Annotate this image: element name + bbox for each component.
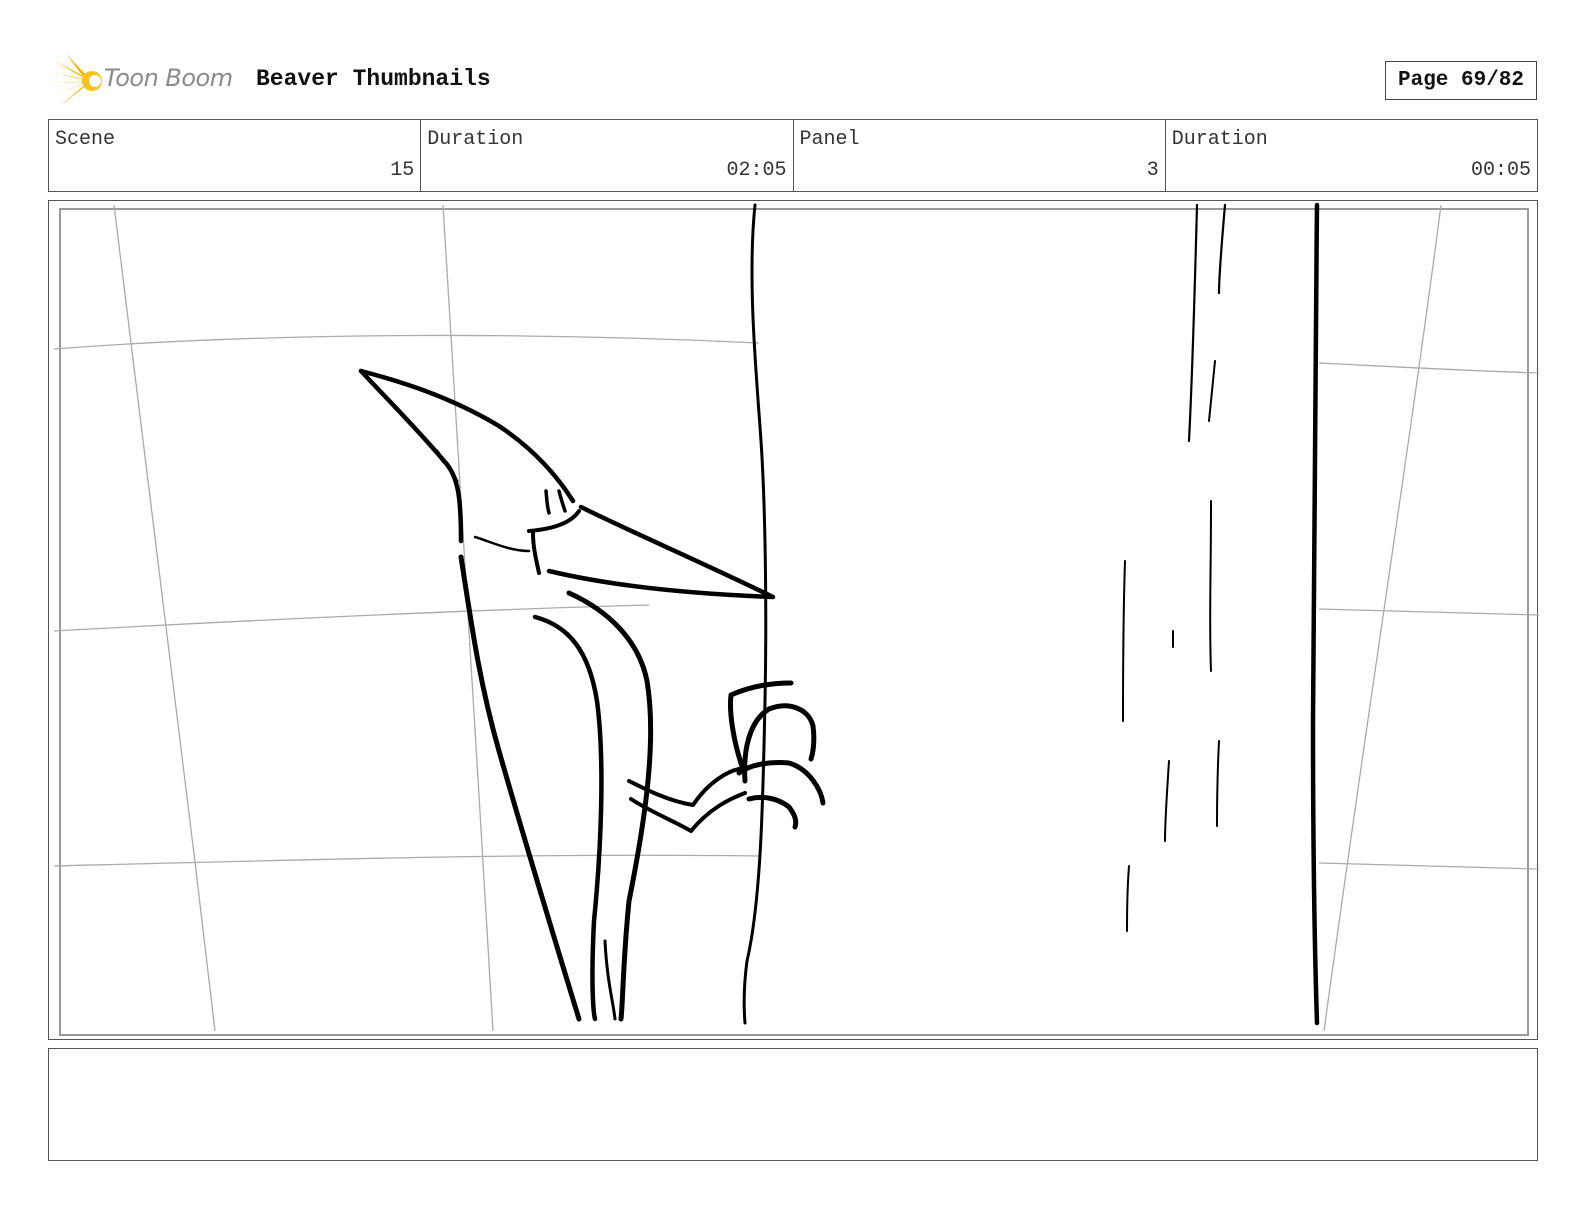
- scene-duration-value: 02:05: [726, 159, 787, 182]
- panel-label: Panel: [799, 128, 860, 151]
- panel-notes-box: [48, 1048, 1538, 1161]
- storyboard-panel: [48, 200, 1539, 1040]
- tree-trunks: [742, 202, 1320, 1026]
- panel-duration-value: 00:05: [1470, 159, 1531, 182]
- logo-wordmark: Toon Boom: [104, 64, 233, 92]
- panel-drawing: [53, 202, 1539, 1036]
- safe-frame: [59, 208, 1529, 1036]
- page-indicator: Page 69/82: [1385, 61, 1537, 100]
- panel-duration-label: Duration: [1171, 128, 1268, 151]
- starburst-icon: [50, 54, 102, 106]
- panel-value: 3: [1146, 159, 1159, 182]
- panel-duration-cell: Duration 00:05: [1166, 120, 1537, 191]
- scene-label: Scene: [55, 128, 116, 151]
- scene-duration-cell: Duration 02:05: [421, 120, 794, 191]
- scene-duration-label: Duration: [427, 128, 524, 151]
- toon-boom-logo: Toon Boom: [50, 54, 240, 108]
- scene-info-bar: Scene 15 Duration 02:05 Panel 3 Duration…: [48, 119, 1538, 192]
- project-title: Beaver Thumbnails: [256, 66, 491, 92]
- scene-cell: Scene 15: [49, 120, 422, 191]
- scene-value: 15: [390, 159, 415, 182]
- panel-cell: Panel 3: [794, 120, 1166, 191]
